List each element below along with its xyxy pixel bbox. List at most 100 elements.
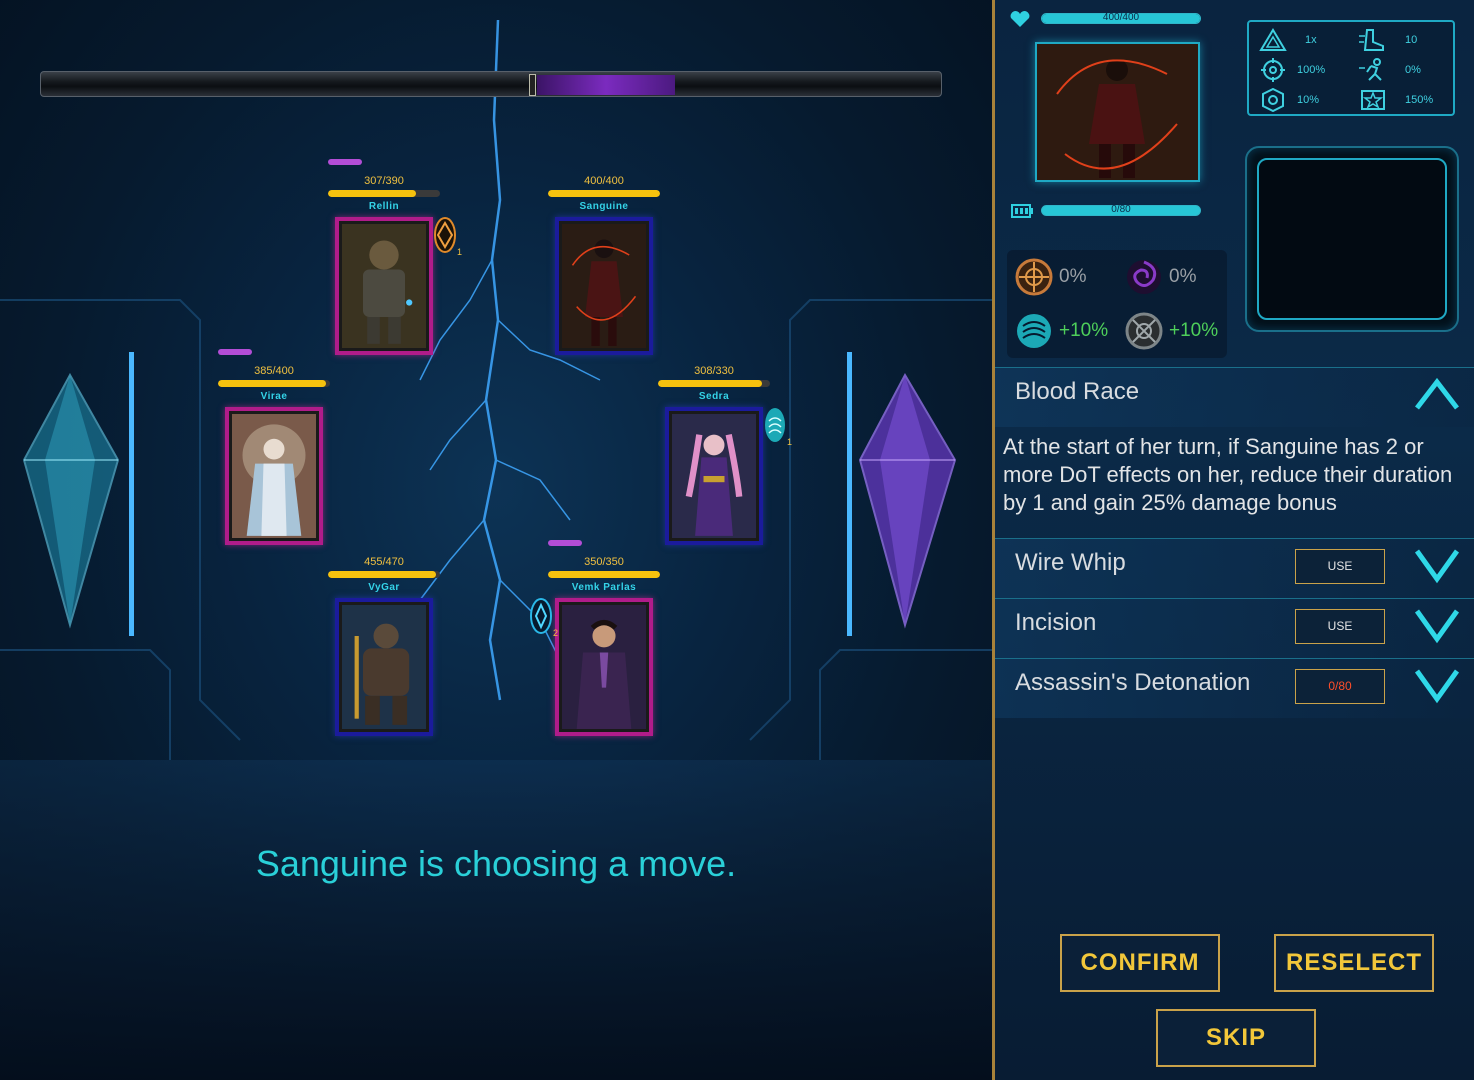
resistance-water: +10%: [1015, 312, 1108, 350]
unit-card[interactable]: [225, 407, 323, 545]
unit-hp-text: 307/390: [364, 175, 404, 187]
stat-value: 1x: [1305, 34, 1317, 46]
energy-text: 0/80: [1111, 204, 1131, 215]
info-screen: [1245, 146, 1459, 332]
skill-name: Incision: [1015, 609, 1097, 636]
assassin-portrait: [562, 224, 646, 348]
priestess-portrait: [232, 414, 316, 538]
unit-hp-bar: [328, 190, 440, 197]
resistance-fire: 0%: [1015, 258, 1086, 296]
skill-name: Assassin's Detonation: [1015, 669, 1251, 696]
unit-vemk-parlas[interactable]: 350/350 Vemk Parlas 2: [530, 540, 660, 736]
stat-crit-damage: 150%: [1359, 88, 1433, 112]
turn-order-active-segment: [537, 75, 675, 95]
dwarf-warrior-portrait: [342, 224, 426, 348]
unit-hp-text: 308/330: [694, 365, 734, 377]
unit-hp-fill: [328, 571, 437, 578]
status-pill: [548, 540, 582, 546]
unit-card[interactable]: [335, 598, 433, 736]
stat-speed: 10: [1359, 28, 1417, 52]
unit-buff[interactable]: 2: [530, 598, 558, 638]
resistance-metal: +10%: [1125, 312, 1218, 350]
status-pill: [328, 159, 362, 165]
stat-accuracy: 100%: [1259, 58, 1325, 82]
unit-hp-bar: [548, 190, 660, 197]
info-screen-inner: [1257, 158, 1447, 320]
skill-row-wire-whip[interactable]: Wire Whip USE: [995, 538, 1474, 598]
turn-prompt: Sanguine is choosing a move.: [255, 843, 737, 884]
unit-card[interactable]: [555, 598, 653, 736]
stat-multiplier: 1x: [1259, 28, 1317, 52]
chevron-up-icon[interactable]: [1413, 372, 1461, 416]
passive-row[interactable]: Blood Race: [995, 367, 1474, 427]
stat-dodge: 0%: [1359, 58, 1421, 82]
unit-hp-text: 400/400: [584, 175, 624, 187]
skip-button[interactable]: SKIP: [1156, 1009, 1316, 1067]
buff-count: 1: [786, 437, 792, 447]
unit-card[interactable]: [555, 217, 653, 355]
void-swirl-icon: [1127, 260, 1161, 294]
unit-name: Virae: [260, 391, 288, 402]
unit-hp-fill: [548, 571, 660, 578]
skill-row-assassins-detonation[interactable]: Assassin's Detonation 0/80: [995, 658, 1474, 718]
chevron-down-icon[interactable]: [1413, 663, 1461, 707]
resistance-value: +10%: [1169, 320, 1219, 341]
stat-value: 150%: [1405, 94, 1434, 106]
passive-name: Blood Race: [1015, 378, 1140, 405]
unit-buff[interactable]: 1: [764, 407, 792, 447]
status-pill: [218, 349, 252, 355]
right-light-bar: [847, 352, 852, 636]
reselect-button[interactable]: RESELECT: [1274, 934, 1434, 992]
unit-hp-bar: [658, 380, 770, 387]
golem-portrait: [342, 605, 426, 729]
unit-card[interactable]: [335, 217, 433, 355]
arena-decoration: [0, 19, 992, 760]
shield-rune-orange-icon: [434, 217, 456, 253]
selected-unit-portrait: [1035, 42, 1200, 182]
stat-value: 0%: [1405, 64, 1421, 76]
water-swirl-icon: [765, 408, 785, 442]
use-skill-button[interactable]: USE: [1295, 549, 1385, 584]
buff-count: 2: [552, 628, 558, 638]
unit-hp-text: 385/400: [254, 365, 294, 377]
left-light-bar: [129, 352, 134, 636]
unit-sanguine[interactable]: 400/400 Sanguine: [548, 175, 660, 355]
resistance-value: +10%: [1059, 320, 1109, 341]
unit-sedra[interactable]: 308/330 Sedra 1: [658, 365, 792, 545]
unit-hp-fill: [328, 190, 417, 197]
use-skill-button[interactable]: USE: [1295, 609, 1385, 644]
crosshair-icon: [1261, 58, 1285, 82]
unit-rellin[interactable]: 307/390 Rellin 1: [328, 159, 462, 355]
health-text: 400/400: [1102, 12, 1140, 23]
skill-row-incision[interactable]: Incision USE: [995, 598, 1474, 658]
water-swirl-icon: [1017, 314, 1051, 348]
metal-gear-icon: [1125, 312, 1163, 350]
heart-icon: [1010, 11, 1030, 27]
unit-buff[interactable]: 1: [434, 217, 462, 257]
left-crystal: [22, 372, 120, 629]
stats-box: 1x 10 100% 0% 10% 150%: [1247, 20, 1455, 116]
boot-speed-icon: [1359, 29, 1384, 51]
chevron-down-icon[interactable]: [1413, 543, 1461, 587]
unit-card[interactable]: [665, 407, 763, 545]
confirm-button[interactable]: CONFIRM: [1060, 934, 1220, 992]
unit-name: Sedra: [698, 391, 730, 402]
turn-order-marker[interactable]: [529, 74, 536, 96]
stat-value: 100%: [1297, 64, 1326, 76]
unit-hp-fill: [548, 190, 660, 197]
character-panel: 400/400 1x 10 100% 0% 10% 150% 0/80 0% 0…: [992, 0, 1474, 1080]
unit-hp-bar: [548, 571, 660, 578]
right-crystal: [858, 372, 957, 629]
fire-rune-icon: [1015, 258, 1053, 296]
unit-vygar[interactable]: 455/470 VyGar: [328, 556, 440, 736]
resistances-box: 0% 0% +10% +10%: [1007, 250, 1227, 358]
skill-cost-button[interactable]: 0/80: [1295, 669, 1385, 704]
unit-name: Sanguine: [579, 201, 629, 212]
stat-value: 10%: [1297, 94, 1320, 106]
assassin-portrait: [1037, 44, 1198, 180]
battery-icon: [1011, 204, 1033, 218]
turn-order-bar: [40, 71, 942, 97]
unit-hp-fill: [658, 380, 763, 387]
chevron-down-icon[interactable]: [1413, 603, 1461, 647]
unit-virae[interactable]: 385/400 Virae: [218, 349, 330, 545]
